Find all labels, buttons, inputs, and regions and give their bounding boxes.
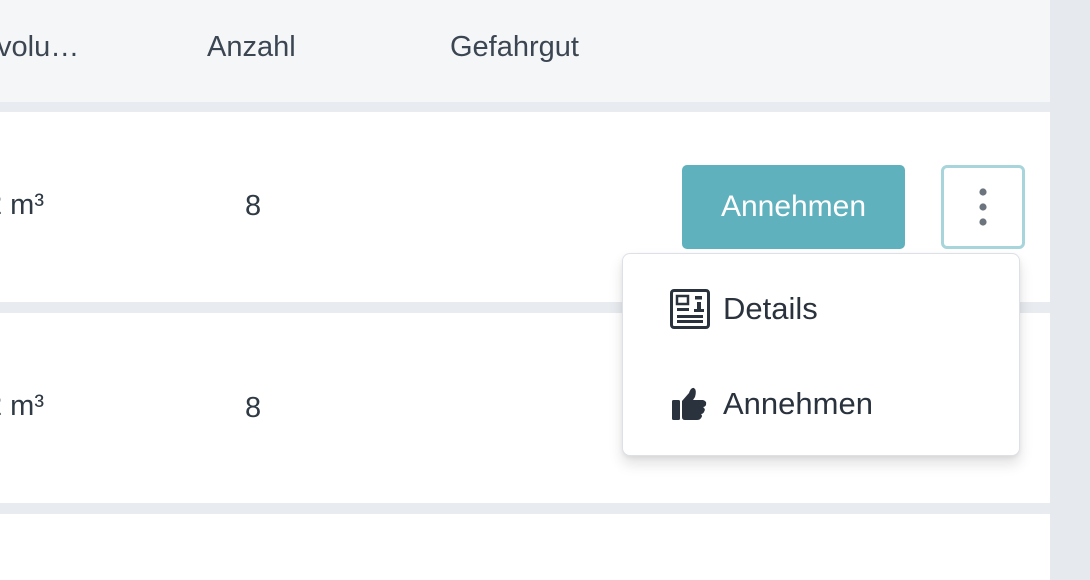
menu-item-details[interactable]: Details [623,271,1019,351]
count-cell: 8 [245,392,262,424]
table-row[interactable] [0,514,1050,580]
menu-item-label: Annehmen [723,386,873,421]
id-card-icon [670,289,710,329]
count-cell: 8 [245,190,262,222]
table-header: volu… Anzahl Gefahrgut [0,0,1050,102]
volume-cell: 2 m³ [0,189,44,221]
menu-item-label: Details [723,291,818,326]
more-actions-button[interactable] [941,165,1025,249]
column-header-volume[interactable]: volu… [0,31,79,64]
menu-item-accept[interactable]: Annehmen [623,366,1019,446]
actions-dropdown-menu: Details Annehmen [622,253,1020,456]
vertical-ellipsis-icon [979,188,987,226]
column-header-hazardous[interactable]: Gefahrgut [450,31,579,64]
accept-button[interactable]: Annehmen [682,165,905,249]
volume-cell: 2 m³ [0,390,44,422]
column-header-count[interactable]: Anzahl [207,31,296,64]
thumbs-up-icon [672,387,707,420]
